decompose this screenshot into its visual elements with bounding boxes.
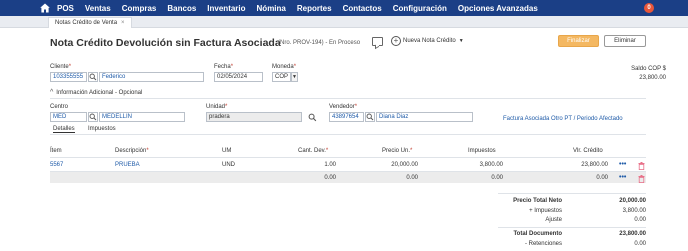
factura-asociada-link[interactable]: Factura Asociada Otro PT / Periodo Afect… — [503, 116, 623, 122]
precio-neto-label: Precio Total Neto — [513, 198, 562, 204]
column-header-item: Ítem — [50, 148, 62, 154]
new-note-label: Nueva Nota Crédito — [403, 38, 456, 44]
cliente-label: Cliente* — [50, 64, 72, 70]
cell-impuestos: 0.00 — [491, 175, 503, 181]
home-icon[interactable] — [40, 3, 50, 13]
finalize-button[interactable]: Finalizar — [558, 35, 599, 47]
retenciones-value: 0.00 — [634, 241, 646, 247]
impuestos-label: + Impuestos — [529, 208, 562, 214]
cell-precio-un[interactable]: 0.00 — [370, 175, 418, 181]
column-header-um: UM — [222, 148, 232, 154]
divider — [50, 134, 646, 135]
nav-item-inventario[interactable]: Inventario — [207, 4, 245, 13]
moneda-select[interactable]: COP — [272, 72, 291, 82]
fecha-label: Fecha* — [214, 64, 234, 70]
precio-neto-value: 20,000.00 — [619, 198, 646, 204]
centro-label: Centro — [50, 104, 69, 110]
nav-item-pos[interactable]: POS — [57, 4, 74, 13]
unidad-label: Unidad* — [206, 104, 228, 110]
notification-badge[interactable]: 0 — [644, 3, 654, 13]
column-header-vlr-credito: Vlr. Crédito — [573, 148, 603, 154]
nav-item-nomina[interactable]: Nómina — [257, 4, 286, 13]
top-navigation: POS Ventas Compras Bancos Inventario Nóm… — [0, 0, 688, 16]
centro-name-field[interactable]: MEDELLIN — [99, 112, 185, 122]
moneda-chevron-down-icon[interactable]: ▼ — [291, 72, 298, 82]
column-header-descripcion: Descripción* — [115, 148, 149, 154]
tab-detalles[interactable]: Detalles — [53, 126, 75, 133]
column-header-cant-dev: Cant. Dev.* — [298, 148, 329, 154]
nav-item-configuracion[interactable]: Configuración — [393, 4, 447, 13]
unidad-search-icon[interactable] — [308, 113, 317, 122]
info-adicional-toggle[interactable]: ^ Información Adicional - Opcional — [50, 89, 142, 96]
info-adicional-label: Información Adicional - Opcional — [56, 89, 143, 96]
saldo-label: Saldo COP $ — [631, 66, 666, 72]
tab-close-icon[interactable]: × — [121, 20, 125, 26]
plus-circle-icon: + — [391, 36, 401, 46]
cell-impuestos: 3,800.00 — [479, 162, 503, 168]
vendedor-search-icon[interactable] — [365, 112, 375, 122]
trash-icon[interactable] — [638, 162, 645, 170]
new-note-button[interactable]: + Nueva Nota Crédito ▼ — [391, 36, 464, 46]
divider — [50, 157, 646, 158]
centro-search-icon[interactable] — [88, 112, 98, 122]
nav-item-ventas[interactable]: Ventas — [85, 4, 111, 13]
centro-code-field[interactable]: MED — [50, 112, 87, 122]
cliente-id-field[interactable]: 103355555 — [50, 72, 87, 82]
divider — [50, 98, 646, 99]
cell-cant-dev[interactable]: 0.00 — [290, 175, 336, 181]
vendedor-label: Vendedor* — [329, 104, 358, 110]
total-documento-label: Total Documento — [513, 231, 562, 237]
row-options-icon[interactable]: ••• — [619, 161, 626, 168]
divider — [498, 227, 646, 228]
retenciones-label: - Retenciones — [524, 241, 562, 247]
vendedor-name-field[interactable]: Diana Diaz — [376, 112, 473, 122]
row-options-icon[interactable]: ••• — [619, 174, 626, 181]
tab-bar: Notas Crédito de Venta × — [0, 16, 688, 28]
cell-vlr-credito: 23,800.00 — [581, 162, 608, 168]
tab-impuestos[interactable]: Impuestos — [88, 126, 116, 132]
moneda-label: Moneda* — [272, 64, 297, 70]
document-number: (Nro. PROV-194) - En Proceso — [278, 40, 361, 46]
cliente-name-field[interactable]: Federico — [99, 72, 204, 82]
nav-item-compras[interactable]: Compras — [122, 4, 157, 13]
document-header: Nota Crédito Devolución sin Factura Asoc… — [50, 35, 646, 50]
cell-item[interactable]: 5567 — [50, 162, 63, 168]
table-row[interactable] — [50, 172, 646, 183]
nav-item-contactos[interactable]: Contactos — [343, 4, 382, 13]
cliente-search-icon[interactable] — [88, 72, 98, 82]
saldo-value: 23,800.00 — [639, 75, 666, 81]
cell-cant-dev[interactable]: 1.00 — [290, 162, 336, 168]
tab-label: Notas Crédito de Venta — [55, 20, 118, 26]
cell-descripcion[interactable]: PRUEBA — [115, 162, 140, 168]
nav-item-opciones-avanzadas[interactable]: Opciones Avanzadas — [458, 4, 538, 13]
comment-icon[interactable] — [372, 37, 383, 46]
nav-item-bancos[interactable]: Bancos — [167, 4, 196, 13]
cell-um[interactable]: UND — [222, 162, 235, 168]
cell-vlr-credito: 0.00 — [596, 175, 608, 181]
vendedor-id-field[interactable]: 43897654 — [329, 112, 364, 122]
ajuste-value: 0.00 — [634, 217, 646, 223]
chevron-down-icon: ▼ — [458, 38, 464, 44]
impuestos-value: 3,800.00 — [622, 208, 646, 214]
unidad-field[interactable]: pradera — [206, 112, 302, 122]
fecha-field[interactable]: 02/05/2024 — [214, 72, 263, 82]
divider — [498, 193, 646, 194]
column-header-impuestos: Impuestos — [468, 148, 496, 154]
nav-item-reportes[interactable]: Reportes — [297, 4, 332, 13]
column-header-precio-un: Precio Un.* — [382, 148, 413, 154]
trash-icon[interactable] — [638, 175, 645, 183]
chevron-up-icon: ^ — [50, 89, 54, 96]
tab-notas-credito[interactable]: Notas Crédito de Venta × — [48, 17, 132, 28]
page-title: Nota Crédito Devolución sin Factura Asoc… — [50, 37, 281, 49]
delete-button[interactable]: Eliminar — [604, 35, 646, 47]
ajuste-label: Ajuste — [545, 217, 562, 223]
cell-precio-un[interactable]: 20,000.00 — [370, 162, 418, 168]
total-documento-value: 23,800.00 — [619, 231, 646, 237]
